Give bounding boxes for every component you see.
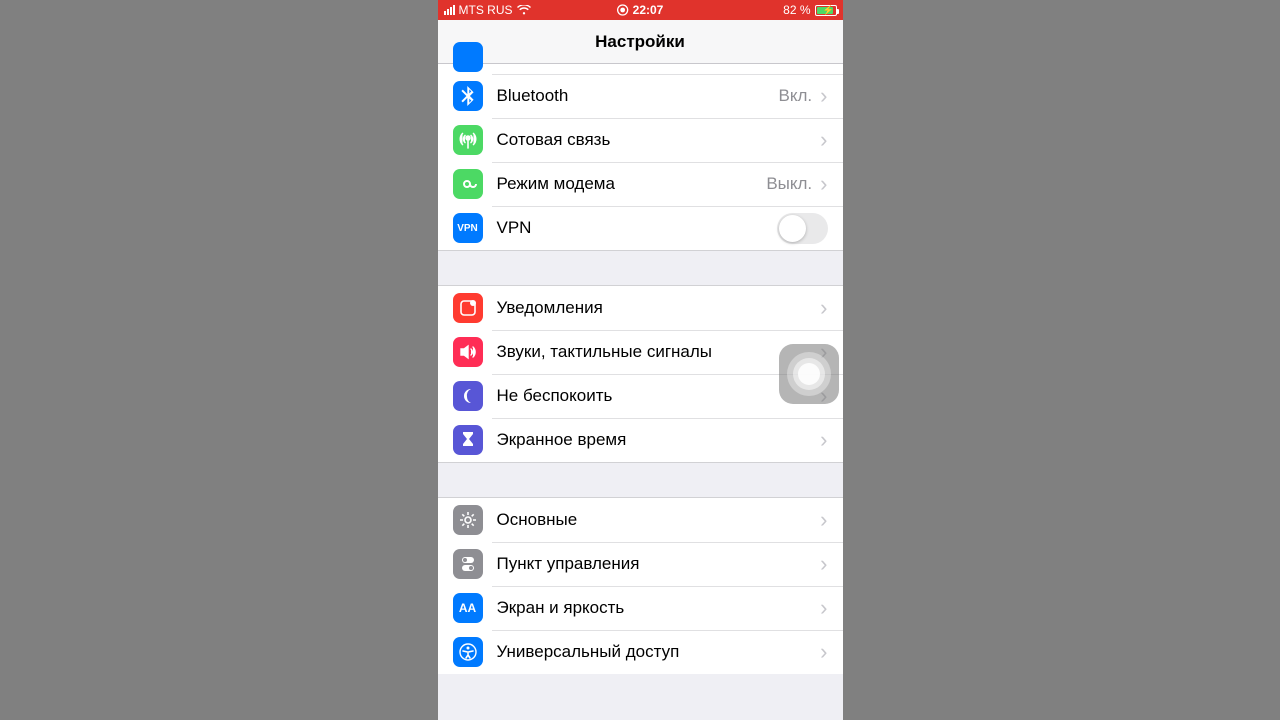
page-title: Настройки — [595, 32, 685, 52]
row-label: Звуки, тактильные сигналы — [497, 342, 819, 362]
wifi-settings-icon — [453, 42, 483, 72]
row-label: Экран и яркость — [497, 598, 819, 618]
clock-label: 22:07 — [633, 3, 664, 17]
group-separator — [438, 462, 843, 498]
battery-icon: ⚡ — [815, 5, 837, 16]
row-label: Уведомления — [497, 298, 819, 318]
row-vpn[interactable]: VPN VPN — [438, 206, 843, 250]
display-icon: AA — [453, 593, 483, 623]
chevron-right-icon: › — [820, 173, 827, 195]
row-general[interactable]: Основные › — [438, 498, 843, 542]
status-bar: MTS RUS 22:07 82 % ⚡ — [438, 0, 843, 20]
row-label: Универсальный доступ — [497, 642, 819, 662]
group-separator — [438, 250, 843, 286]
row-label: Пункт управления — [497, 554, 819, 574]
row-bluetooth[interactable]: Bluetooth Вкл. › — [438, 74, 843, 118]
row-detail: Выкл. — [766, 174, 812, 194]
accessibility-icon — [453, 637, 483, 667]
cellular-icon — [453, 125, 483, 155]
notifications-icon — [453, 293, 483, 323]
chevron-right-icon: › — [820, 553, 827, 575]
sounds-icon — [453, 337, 483, 367]
row-detail: Вкл. — [779, 86, 813, 106]
bluetooth-icon — [453, 81, 483, 111]
gear-icon — [453, 505, 483, 535]
row-cellular[interactable]: Сотовая связь › — [438, 118, 843, 162]
row-screen-time[interactable]: Экранное время › — [438, 418, 843, 462]
chevron-right-icon: › — [820, 297, 827, 319]
chevron-right-icon: › — [820, 85, 827, 107]
hourglass-icon — [453, 425, 483, 455]
carrier-label: MTS RUS — [459, 3, 513, 17]
chevron-right-icon: › — [820, 129, 827, 151]
chevron-right-icon: › — [820, 597, 827, 619]
row-label: Основные — [497, 510, 819, 530]
control-center-icon — [453, 549, 483, 579]
hotspot-icon — [453, 169, 483, 199]
battery-pct-label: 82 % — [783, 3, 810, 17]
row-notifications[interactable]: Уведомления › — [438, 286, 843, 330]
chevron-right-icon: › — [820, 641, 827, 663]
row-wifi-partial[interactable] — [438, 64, 843, 74]
row-label: VPN — [497, 218, 777, 238]
recording-icon — [617, 4, 629, 16]
row-label: Bluetooth — [497, 86, 779, 106]
row-label: Режим модема — [497, 174, 767, 194]
row-display[interactable]: AA Экран и яркость › — [438, 586, 843, 630]
row-accessibility[interactable]: Универсальный доступ › — [438, 630, 843, 674]
assistive-touch-button[interactable] — [779, 344, 839, 404]
vpn-toggle[interactable] — [777, 213, 828, 244]
row-hotspot[interactable]: Режим модема Выкл. › — [438, 162, 843, 206]
row-label: Не беспокоить — [497, 386, 819, 406]
vpn-icon: VPN — [453, 213, 483, 243]
page-title-bar: Настройки — [438, 20, 843, 64]
wifi-icon — [517, 5, 531, 15]
signal-icon — [444, 5, 455, 15]
moon-icon — [453, 381, 483, 411]
chevron-right-icon: › — [820, 429, 827, 451]
row-control-center[interactable]: Пункт управления › — [438, 542, 843, 586]
row-label: Экранное время — [497, 430, 819, 450]
chevron-right-icon: › — [820, 509, 827, 531]
row-label: Сотовая связь — [497, 130, 819, 150]
